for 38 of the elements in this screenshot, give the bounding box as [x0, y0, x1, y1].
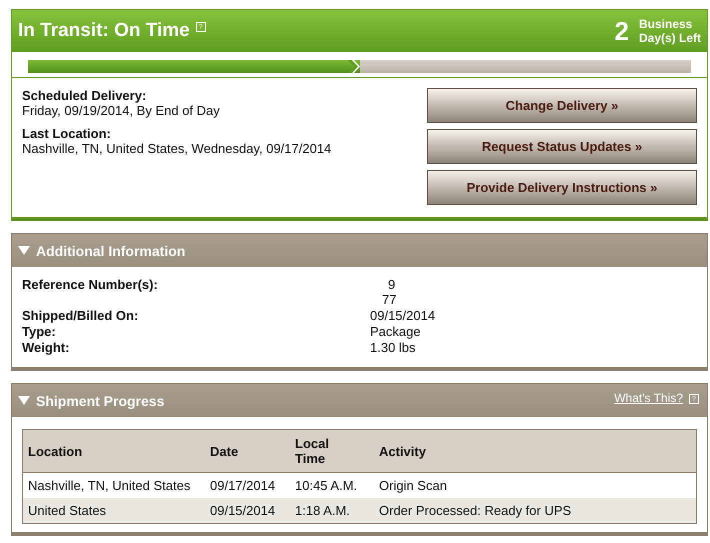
info-value: 1.30 lbs: [370, 340, 417, 355]
info-value: 77: [381, 292, 398, 307]
info-label: Shipped/Billed On:: [22, 308, 140, 323]
table-cell: Origin Scan: [374, 472, 696, 498]
delivery-label: Scheduled Delivery:: [22, 88, 148, 103]
info-label: Reference Number(s):: [22, 277, 159, 294]
table-cell: United States: [22, 498, 205, 524]
days-label: Business: [638, 17, 694, 31]
table-cell: 09/15/2014: [205, 498, 290, 524]
table-cell: 1:18 A.M.: [290, 498, 374, 524]
column-header: Activity: [374, 430, 696, 472]
action-button[interactable]: Provide Delivery Instructions »: [427, 170, 697, 205]
whats-this-link[interactable]: What's This?: [614, 391, 683, 405]
expanded-icon[interactable]: [18, 246, 30, 255]
expanded-icon[interactable]: [18, 396, 30, 405]
info-value: 09/15/2014: [370, 308, 436, 323]
delivery-value: Friday, 09/19/2014, By End of Day: [22, 103, 221, 118]
info-value: Package: [370, 324, 422, 339]
days-label: Day(s) Left: [638, 31, 701, 45]
section-header[interactable]: Additional Information: [12, 234, 707, 267]
table-cell: 09/17/2014: [205, 472, 290, 498]
delivery-label: Last Location:: [22, 126, 112, 141]
status-title: In Transit: On Time: [18, 20, 190, 42]
section-title: Additional Information: [36, 242, 186, 258]
action-button[interactable]: Change Delivery »: [427, 88, 697, 123]
delivery-value: Nashville, TN, United States, Wednesday, 09/17/2014: [22, 141, 332, 156]
section-title: Shipment Progress: [36, 392, 164, 408]
info-label: Weight:: [22, 340, 70, 355]
column-header: Date: [205, 430, 290, 472]
action-button[interactable]: Request Status Updates »: [427, 129, 697, 164]
info-label: Type:: [22, 324, 57, 339]
info-value: 9: [387, 277, 396, 292]
table-cell: 10:45 A.M.: [290, 472, 374, 498]
table-cell: Order Processed: Ready for UPS: [374, 498, 696, 524]
table-cell: Nashville, TN, United States: [22, 472, 205, 498]
column-header: Local Time: [290, 430, 374, 472]
column-header: Location: [22, 430, 205, 472]
days-count: 2: [614, 16, 629, 46]
